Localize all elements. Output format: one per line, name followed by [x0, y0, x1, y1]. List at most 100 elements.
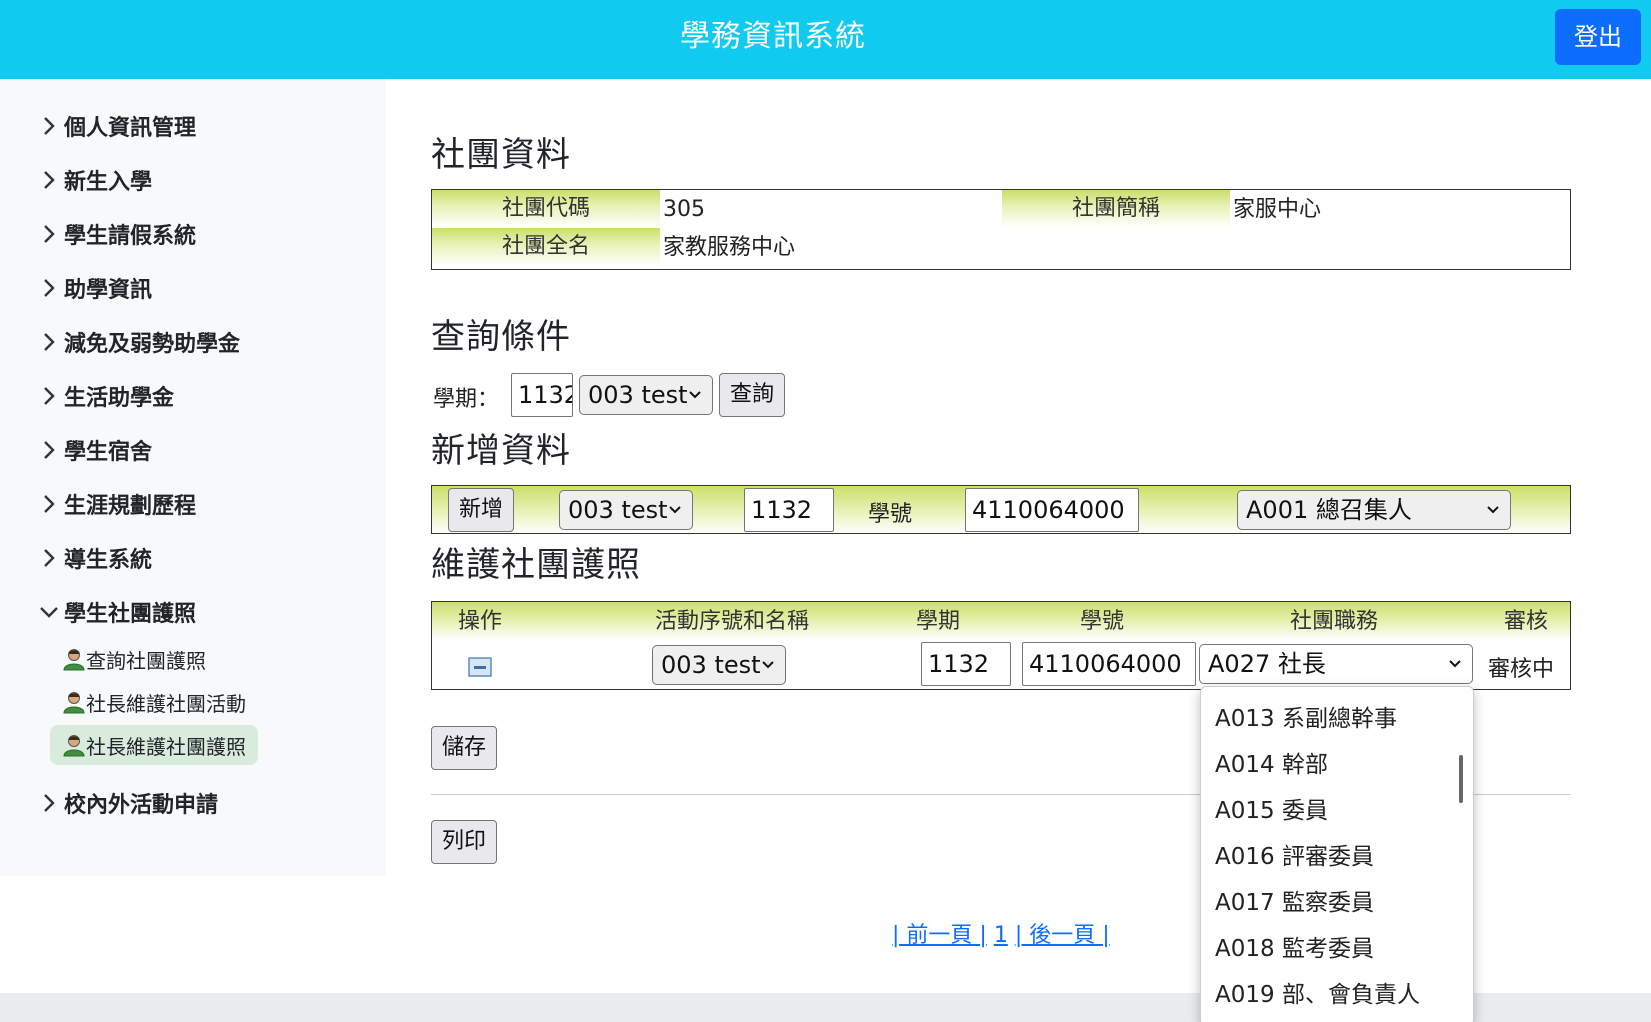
chevron-right-icon — [38, 439, 60, 461]
add-activity-select[interactable]: 003 test — [559, 490, 693, 530]
column-header-student-id: 學號 — [1079, 609, 1124, 634]
select-value: 003 test — [661, 651, 761, 679]
club-code-label: 社團代碼 — [432, 190, 660, 227]
query-heading: 查詢條件 — [431, 317, 571, 357]
query-button[interactable]: 查詢 — [719, 373, 785, 417]
sidebar-subitem-query-passport[interactable]: 查詢社團護照 — [50, 639, 218, 679]
sidebar-item-label: 生活助學金 — [64, 386, 175, 411]
logout-button[interactable]: 登出 — [1555, 9, 1641, 65]
sidebar-item-label: 導生系統 — [64, 548, 153, 573]
chevron-down-icon — [669, 506, 681, 514]
add-button[interactable]: 新增 — [448, 488, 514, 532]
club-full-name-label: 社團全名 — [432, 228, 660, 265]
dropdown-scrollbar[interactable] — [1459, 755, 1463, 803]
row-role-select[interactable]: A027 社長 — [1199, 644, 1473, 684]
dropdown-option[interactable]: A019 部、會負責人 — [1215, 975, 1420, 1015]
row-activity-select[interactable]: 003 test — [652, 645, 786, 685]
top-bar: 學務資訊系統 登出 — [0, 0, 1651, 79]
sidebar-item-label: 減免及弱勢助學金 — [64, 332, 241, 357]
sidebar-subitem-label: 查詢社團護照 — [86, 648, 206, 673]
club-info-heading: 社團資料 — [431, 135, 571, 175]
app-title: 學務資訊系統 — [680, 19, 866, 54]
sidebar-item-label: 個人資訊管理 — [64, 116, 197, 141]
chevron-down-icon — [689, 391, 701, 399]
chevron-down-icon — [1487, 506, 1499, 514]
chevron-right-icon — [38, 115, 60, 137]
chevron-right-icon — [38, 277, 60, 299]
row-term-input[interactable]: 1132 — [921, 642, 1011, 686]
sidebar-item-leave[interactable]: 學生請假系統 — [38, 214, 196, 254]
add-student-id-label: 學號 — [868, 502, 913, 527]
dropdown-option[interactable]: A014 幹部 — [1215, 745, 1328, 785]
sidebar-item-label: 校內外活動申請 — [64, 793, 219, 818]
role-dropdown-list[interactable]: A013 系副總幹事 A014 幹部 A015 委員 A016 評審委員 A01… — [1200, 686, 1474, 1022]
sidebar-item-tuition-reduction[interactable]: 減免及弱勢助學金 — [38, 322, 240, 362]
select-value: 003 test — [588, 381, 688, 409]
add-term-input[interactable]: 1132 — [744, 488, 834, 532]
user-icon — [63, 735, 85, 757]
sidebar-item-personal-info[interactable]: 個人資訊管理 — [38, 106, 196, 146]
remove-icon[interactable] — [468, 657, 492, 677]
club-short-name-value: 家服中心 — [1233, 197, 1322, 222]
chevron-right-icon — [38, 331, 60, 353]
query-term-input[interactable]: 1132 — [511, 373, 573, 417]
page-1-link[interactable]: 1 — [994, 923, 1008, 948]
chevron-down-icon — [762, 661, 774, 669]
add-row: 新增 003 test 1132 學號 4110064000 A001 總召集人 — [431, 485, 1571, 534]
chevron-right-icon — [38, 792, 60, 814]
club-code-value: 305 — [663, 197, 705, 222]
column-header-activity: 活動序號和名稱 — [654, 609, 809, 634]
column-header-action: 操作 — [457, 609, 502, 634]
save-button[interactable]: 儲存 — [431, 726, 497, 770]
add-heading: 新增資料 — [431, 431, 571, 471]
sidebar-subitem-president-activity[interactable]: 社長維護社團活動 — [50, 682, 258, 722]
chevron-down-icon — [1449, 660, 1461, 668]
select-value: 003 test — [568, 496, 668, 524]
sidebar-item-label: 學生社團護照 — [64, 602, 197, 627]
prev-page-link[interactable]: | 前一頁 | — [892, 923, 987, 948]
chevron-down-icon — [38, 601, 60, 623]
chevron-right-icon — [38, 169, 60, 191]
dropdown-option[interactable]: A017 監察委員 — [1215, 883, 1374, 923]
sidebar-subitem-label: 社長維護社團活動 — [86, 691, 246, 716]
sidebar-item-label: 新生入學 — [64, 170, 153, 195]
dropdown-option[interactable]: A013 系副總幹事 — [1215, 699, 1397, 739]
add-role-select[interactable]: A001 總召集人 — [1237, 490, 1511, 530]
sidebar-item-label: 學生宿舍 — [64, 440, 153, 465]
sidebar-item-club-passport[interactable]: 學生社團護照 — [38, 592, 196, 632]
dropdown-option[interactable]: A016 評審委員 — [1215, 837, 1374, 877]
chevron-right-icon — [38, 493, 60, 515]
sidebar-item-career[interactable]: 生涯規劃歷程 — [38, 484, 196, 524]
club-full-name-value: 家教服務中心 — [663, 235, 796, 260]
club-info-table: 社團代碼 305 社團簡稱 家服中心 社團全名 家教服務中心 — [431, 189, 1571, 270]
chevron-right-icon — [38, 223, 60, 245]
select-value: A001 總召集人 — [1246, 496, 1412, 524]
sidebar-subitem-label: 社長維護社團護照 — [86, 734, 246, 759]
row-student-id-input[interactable]: 4110064000 — [1022, 642, 1196, 686]
add-student-id-input[interactable]: 4110064000 — [965, 488, 1139, 532]
dropdown-option[interactable]: A015 委員 — [1215, 791, 1328, 831]
query-activity-select[interactable]: 003 test — [579, 375, 713, 415]
maintain-table: 操作 活動序號和名稱 學期 學號 社團職務 審核 003 test 1132 4… — [431, 601, 1571, 690]
sidebar-item-freshman[interactable]: 新生入學 — [38, 160, 152, 200]
chevron-right-icon — [38, 547, 60, 569]
sidebar-item-financial-aid[interactable]: 助學資訊 — [38, 268, 152, 308]
sidebar: 個人資訊管理 新生入學 學生請假系統 助學資訊 減免及弱勢助學金 生活助學金 學… — [0, 79, 386, 876]
term-label: 學期： — [433, 387, 500, 412]
next-page-link[interactable]: | 後一頁 | — [1015, 923, 1110, 948]
print-button[interactable]: 列印 — [431, 820, 497, 864]
sidebar-item-activity-application[interactable]: 校內外活動申請 — [38, 783, 218, 823]
row-review-status: 審核中 — [1488, 657, 1555, 682]
column-header-role: 社團職務 — [1289, 609, 1378, 634]
sidebar-item-label: 學生請假系統 — [64, 224, 197, 249]
sidebar-item-label: 生涯規劃歷程 — [64, 494, 197, 519]
dropdown-option[interactable]: A018 監考委員 — [1215, 929, 1374, 969]
sidebar-subitem-president-passport[interactable]: 社長維護社團護照 — [50, 725, 258, 765]
club-short-name-label: 社團簡稱 — [1002, 190, 1230, 227]
sidebar-item-living-grant[interactable]: 生活助學金 — [38, 376, 174, 416]
sidebar-item-dormitory[interactable]: 學生宿舍 — [38, 430, 152, 470]
sidebar-item-mentor[interactable]: 導生系統 — [38, 538, 152, 578]
select-value: A027 社長 — [1208, 650, 1326, 678]
user-icon — [63, 692, 85, 714]
column-header-review: 審核 — [1503, 609, 1548, 634]
